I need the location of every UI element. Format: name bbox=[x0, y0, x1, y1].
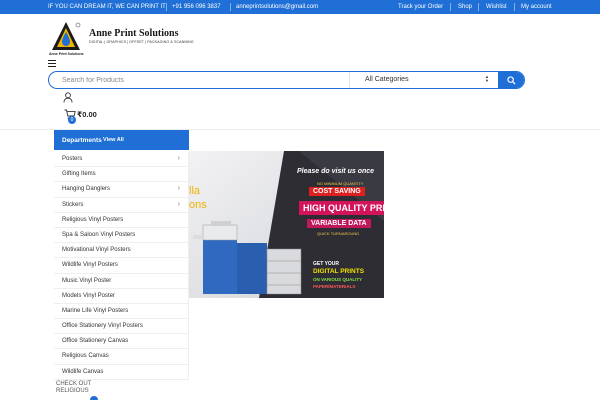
department-item-label: Music Vinyl Poster bbox=[62, 277, 112, 284]
search-icon bbox=[507, 76, 516, 85]
section-heading-partial: CHECK OUT bbox=[56, 381, 92, 387]
chevron-right-icon: › bbox=[177, 185, 180, 193]
department-item[interactable]: Music Vinyl Poster bbox=[54, 274, 188, 289]
view-all-link[interactable]: View All bbox=[103, 137, 124, 143]
department-item-label: Religious Vinyl Posters bbox=[62, 216, 124, 223]
department-item[interactable]: Gifting Items bbox=[54, 167, 188, 183]
department-item[interactable]: Hanging Danglers › bbox=[54, 182, 188, 198]
search-bar: All Categories ▲▼ bbox=[48, 71, 525, 89]
select-arrows-icon: ▲ ▼ bbox=[485, 74, 489, 83]
wishlist-link[interactable]: Wishlist bbox=[486, 4, 507, 10]
department-item[interactable]: Office Stationery Canvas bbox=[54, 334, 188, 350]
category-select[interactable]: All Categories ▲ ▼ bbox=[349, 72, 499, 88]
department-item[interactable]: Marine Life Vinyl Posters bbox=[54, 304, 188, 320]
tagline-text: IF YOU CAN DREAM IT, WE CAN PRINT IT bbox=[48, 4, 166, 10]
departments-title: Departments bbox=[62, 137, 102, 144]
chevron-right-icon: › bbox=[177, 155, 180, 162]
department-item-label: Hanging Danglers bbox=[62, 186, 111, 193]
divider bbox=[450, 3, 451, 11]
logo-mark-icon bbox=[52, 22, 81, 50]
cart-total[interactable]: ₹0.00 bbox=[77, 110, 97, 119]
department-item-label: Stickers bbox=[62, 201, 84, 208]
banner-line: NO MINIMUM QUANTITY bbox=[317, 181, 364, 186]
email-link[interactable]: anneprintsolutions@gmail.com bbox=[236, 4, 318, 10]
banner-partial-text: ons bbox=[189, 199, 207, 211]
department-item[interactable]: Spa & Saloon Vinyl Posters bbox=[54, 228, 188, 244]
divider bbox=[478, 3, 479, 11]
department-item[interactable]: Office Stationery Vinyl Posters bbox=[54, 319, 188, 335]
department-item-label: Wildlife Canvas bbox=[62, 368, 104, 375]
hero-banner[interactable]: lla ons Please do visit us once NO MINIM… bbox=[189, 151, 384, 298]
shop-link[interactable]: Shop bbox=[458, 4, 472, 10]
banner-headline: Please do visit us once bbox=[297, 168, 375, 175]
department-item[interactable]: Wildlife Canvas bbox=[54, 365, 188, 380]
banner-bottom-line: ON VARIOUS QUALITY bbox=[313, 277, 363, 282]
department-item-label: Models Vinyl Poster bbox=[62, 292, 115, 299]
banner-line: COST SAVING bbox=[309, 187, 365, 196]
chevron-right-icon: › bbox=[177, 200, 180, 208]
banner-line: QUICK TURNAROUND bbox=[317, 231, 360, 236]
department-item-label: Gifting Items bbox=[62, 171, 96, 178]
brand-tagline: DIGITAL | GRAPHICS | OFFSET | PACKAGING … bbox=[89, 40, 194, 44]
banner-bottom-line: PAPER/MATERIALS bbox=[313, 284, 356, 289]
department-item[interactable]: Models Vinyl Poster bbox=[54, 289, 188, 304]
departments-list: Posters › Gifting Items Hanging Danglers › St… bbox=[54, 152, 189, 380]
hamburger-menu-icon[interactable] bbox=[48, 60, 56, 67]
logo-caption: Anne Print Solutions bbox=[49, 52, 84, 56]
department-item[interactable]: Wildlife Vinyl Posters bbox=[54, 258, 188, 274]
banner-line: HIGH QUALITY PRINTS bbox=[299, 201, 384, 215]
department-item-label: Office Stationery Vinyl Posters bbox=[62, 323, 143, 330]
department-item-label: Office Stationery Canvas bbox=[62, 338, 129, 345]
top-bar: IF YOU CAN DREAM IT, WE CAN PRINT IT +91… bbox=[0, 0, 600, 14]
department-item[interactable]: Posters › bbox=[54, 152, 188, 168]
department-item-label: Marine Life Vinyl Posters bbox=[62, 307, 129, 314]
my-account-link[interactable]: My account bbox=[521, 4, 552, 10]
site-logo[interactable]: Anne Print Solutions DIGITAL | GRAPHICS … bbox=[48, 20, 194, 58]
department-item-label: Motivational Vinyl Posters bbox=[62, 247, 131, 254]
category-select-value: All Categories bbox=[365, 76, 409, 83]
divider bbox=[230, 3, 231, 11]
banner-partial-text: lla bbox=[189, 185, 201, 197]
divider bbox=[514, 3, 515, 11]
department-item[interactable]: Stickers › bbox=[54, 198, 188, 213]
department-item-label: Spa & Saloon Vinyl Posters bbox=[62, 231, 136, 238]
divider bbox=[166, 3, 167, 11]
track-order-link[interactable]: Track your Order bbox=[398, 4, 443, 10]
search-button[interactable] bbox=[498, 72, 524, 88]
banner-bottom-line: GET YOUR bbox=[313, 261, 340, 267]
departments-header[interactable]: Departments View All bbox=[54, 130, 189, 150]
cart-count-badge: 0 bbox=[68, 116, 76, 124]
department-item[interactable]: Motivational Vinyl Posters bbox=[54, 243, 188, 259]
banner-line: VARIABLE DATA bbox=[307, 219, 371, 228]
phone-text: +91 956 096 3837 bbox=[172, 4, 221, 10]
search-input[interactable] bbox=[49, 72, 349, 88]
carousel-dot[interactable] bbox=[90, 396, 98, 400]
department-item-label: Wildlife Vinyl Posters bbox=[62, 262, 118, 269]
banner-bottom-line: DIGITAL PRINTS bbox=[313, 268, 365, 275]
user-account-icon[interactable] bbox=[63, 92, 73, 103]
section-heading-partial: RELIGIOUS bbox=[56, 388, 89, 394]
department-item[interactable]: Religious Canvas bbox=[54, 349, 188, 365]
brand-name: Anne Print Solutions bbox=[89, 28, 179, 39]
department-item[interactable]: Religious Vinyl Posters bbox=[54, 213, 188, 228]
department-item-label: Posters bbox=[62, 156, 83, 162]
department-item-label: Religious Canvas bbox=[62, 353, 109, 360]
